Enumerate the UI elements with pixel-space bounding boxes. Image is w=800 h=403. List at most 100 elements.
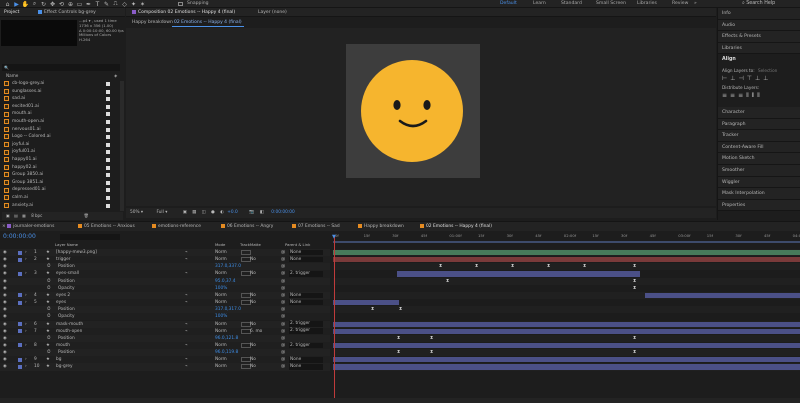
layer-duration-bar[interactable] — [333, 328, 800, 334]
label-color[interactable] — [18, 343, 22, 348]
keyframe-icon[interactable]: ⧗ — [430, 349, 433, 356]
layer-name[interactable]: eyes 2 — [56, 292, 70, 299]
property-row[interactable]: ◉ ⏱ Position 317.0,317.0 @ — [0, 306, 330, 314]
file-label-color[interactable] — [106, 150, 110, 155]
pickwhip-icon[interactable]: @ — [281, 306, 285, 313]
trkmat-dropdown[interactable]: No — [250, 256, 256, 263]
pickwhip-icon[interactable]: @ — [281, 363, 285, 370]
selection-tool-icon[interactable]: ▶ — [12, 0, 21, 8]
visibility-eye-icon[interactable]: ◉ — [3, 299, 7, 306]
expand-chevron-icon[interactable]: › — [25, 256, 27, 263]
layer-row[interactable]: ◉ › 7 ★ mouth-open ⌁ Norm 6. mo @2. trigger — [0, 327, 330, 335]
layer-name[interactable]: mouth — [56, 342, 70, 349]
project-search-input[interactable]: 🔍 — [2, 64, 120, 71]
delete-icon[interactable]: 🗑 — [84, 213, 89, 218]
stopwatch-icon[interactable]: ⏱ — [47, 335, 50, 342]
rectangle-tool-icon[interactable]: ▭ — [75, 0, 84, 8]
trkmat-dropdown[interactable]: No — [250, 356, 256, 363]
trkmat-dropdown[interactable]: No — [250, 363, 256, 370]
tab-effect-controls[interactable]: Effect Controls bg-grey — [36, 8, 98, 17]
dist-bottom-icon[interactable]: ≡ — [738, 92, 746, 99]
label-color[interactable] — [18, 322, 22, 326]
layer-row[interactable]: ◉ › 3 ★ eyes-small ⌁ Norm No @2. trigger — [0, 270, 330, 278]
col-trkmat[interactable]: TrackMatte — [240, 242, 261, 247]
tab-composition[interactable]: Composition 02 Emotions -- Happy 4 (fina… — [130, 8, 237, 17]
layer-row[interactable]: ◉ › 5 ★ eyes ⌁ Norm No @ None — [0, 299, 330, 307]
parent-dropdown[interactable]: None — [289, 256, 323, 263]
visibility-eye-icon[interactable]: ◉ — [3, 328, 7, 335]
new-folder-icon[interactable]: ▤ — [14, 213, 18, 218]
label-color[interactable] — [18, 329, 22, 334]
expand-chevron-icon[interactable]: › — [25, 342, 27, 349]
layer-track[interactable]: ⧗ ⧗ — [333, 277, 800, 285]
layer-row[interactable]: ◉ › 9 ★ bg ⌁ Norm No @ None — [0, 356, 330, 364]
mask-visibility-icon[interactable]: ◫ — [202, 210, 206, 215]
col-tag-icon[interactable]: ◈ — [114, 73, 117, 78]
bpc-label[interactable]: 8 bpc — [31, 213, 42, 218]
pan-tool-icon[interactable]: ✥ — [48, 0, 57, 8]
pickwhip-icon[interactable]: @ — [281, 335, 285, 342]
dist-top-icon[interactable]: ≡ — [722, 92, 730, 99]
workspace-learn[interactable]: Learn — [533, 0, 546, 8]
workspace-libraries[interactable]: Libraries — [637, 0, 657, 8]
project-file-item[interactable]: happy02.ai — [0, 164, 120, 172]
property-row[interactable]: ◉ ⏱ Position 95.0,37.4 @ — [0, 277, 330, 285]
tl-tab-happy-final[interactable]: 02 Emotions -- Happy 4 (final) — [420, 222, 492, 232]
keyframe-icon[interactable]: ⧗ — [633, 285, 636, 292]
trkmat-dropdown[interactable]: No — [250, 342, 256, 349]
layer-duration-bar[interactable] — [333, 250, 800, 256]
layer-track[interactable] — [333, 320, 800, 328]
label-color[interactable] — [18, 250, 22, 255]
project-file-item[interactable]: joyful01.ai — [0, 148, 120, 156]
color-channel-icon[interactable]: ● — [211, 210, 215, 215]
exposure-icon[interactable]: ◐ — [220, 210, 224, 215]
align-top-icon[interactable]: ⊤ — [747, 75, 755, 82]
panel-content-aware-fill[interactable]: Content-Aware Fill — [718, 141, 800, 154]
stopwatch-icon[interactable]: ⏱ — [47, 313, 50, 320]
switch-shy-icon[interactable]: ⌁ — [185, 299, 188, 306]
layer-name[interactable]: eyes — [56, 299, 66, 306]
pickwhip-icon[interactable]: @ — [281, 256, 285, 263]
label-color[interactable] — [18, 271, 22, 276]
trkmat-dropdown[interactable]: 6. mo — [250, 328, 262, 335]
panel-audio[interactable]: Audio — [718, 19, 800, 32]
exposure-value[interactable]: +0.0 — [227, 210, 237, 215]
keyframe-icon[interactable]: ⧗ — [397, 349, 400, 356]
puppet-tool-icon[interactable]: ✶ — [138, 0, 147, 8]
switch-shy-icon[interactable]: ⌁ — [185, 342, 188, 349]
layer-row[interactable]: ◉ › 4 ★ eyes 2 ⌁ Norm No @ None — [0, 291, 330, 300]
layer-track[interactable]: ⧗ ⧗ ⧗ ⧗ ⧗ ⧗ — [333, 263, 800, 271]
layer-track[interactable] — [333, 270, 800, 278]
layer-name[interactable]: mask-mouth — [56, 321, 83, 328]
transparency-grid-icon[interactable]: ▦ — [192, 210, 196, 215]
property-row[interactable]: ◉ ⏱ Opacity 100% @ — [0, 313, 330, 321]
visibility-eye-icon[interactable]: ◉ — [3, 349, 7, 356]
panel-mask-interpolation[interactable]: Mask Interpolation — [718, 188, 800, 200]
project-file-item[interactable]: sad.ai — [0, 95, 120, 103]
visibility-eye-icon[interactable]: ◉ — [3, 306, 7, 313]
pickwhip-icon[interactable]: @ — [281, 285, 285, 292]
property-value[interactable]: 317.0,337.0 — [215, 263, 241, 270]
align-target-dropdown[interactable]: Selection — [758, 68, 777, 73]
tl-tab-happy-breakdown[interactable]: Happy breakdown — [358, 222, 404, 232]
work-area-bar[interactable] — [333, 241, 800, 243]
label-color[interactable] — [18, 257, 22, 262]
property-value[interactable]: 100% — [215, 285, 227, 292]
layer-track[interactable] — [333, 249, 800, 257]
subtab-happy-breakdown[interactable]: Happy breakdown — [130, 18, 175, 27]
expand-chevron-icon[interactable]: › — [25, 321, 27, 328]
layer-duration-bar[interactable] — [397, 271, 640, 277]
file-label-color[interactable] — [106, 173, 110, 178]
keyframe-icon[interactable]: ⧗ — [547, 263, 550, 270]
parent-dropdown[interactable]: None — [289, 299, 323, 306]
search-help[interactable]: ⌕ Search Help — [742, 0, 775, 8]
pickwhip-icon[interactable]: @ — [281, 278, 285, 285]
align-right-icon[interactable]: ⊣ — [738, 75, 746, 82]
project-file-item[interactable]: excited01.ai — [0, 103, 120, 111]
layer-name[interactable]: [happy-mew3.png] — [56, 249, 97, 256]
project-file-item[interactable]: mouth-open.ai — [0, 118, 120, 126]
visibility-eye-icon[interactable]: ◉ — [3, 263, 7, 270]
switch-shy-icon[interactable]: ⌁ — [185, 249, 188, 256]
property-value[interactable]: 96.0,121.8 — [215, 335, 238, 342]
keyframe-icon[interactable]: ⧗ — [439, 263, 442, 270]
